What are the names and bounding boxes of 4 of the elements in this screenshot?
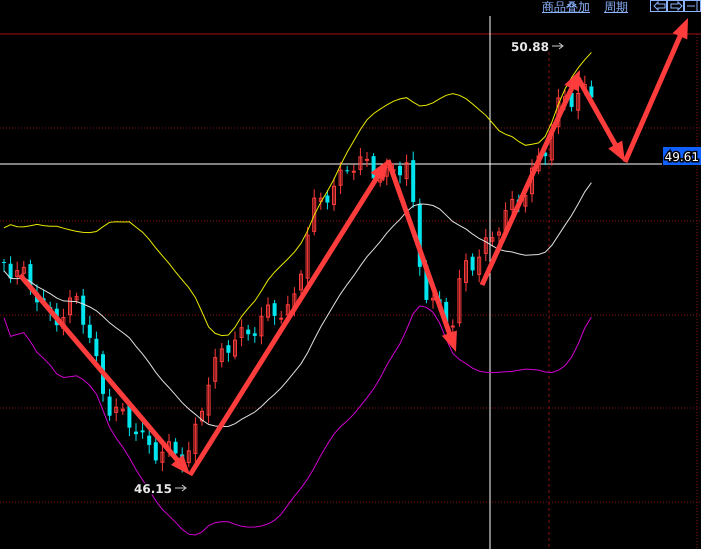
high-price-label: 50.88	[511, 40, 549, 54]
price-tag: 49.61	[663, 147, 701, 165]
toolbar-link[interactable]: 周期	[604, 0, 628, 14]
toolbar-link[interactable]: 商品叠加	[542, 0, 590, 14]
